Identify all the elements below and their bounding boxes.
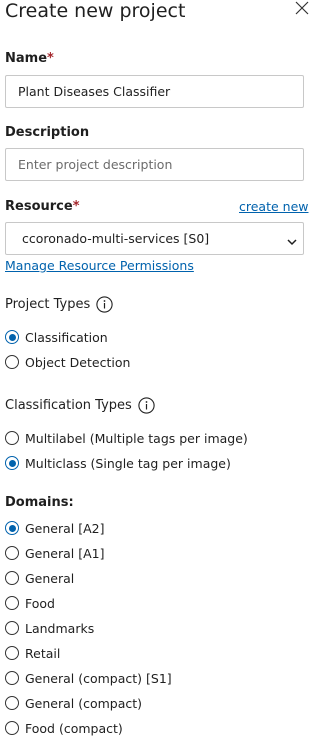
- radio-unselected-icon[interactable]: [5, 571, 19, 585]
- project-type-option[interactable]: Classification: [5, 328, 305, 346]
- classification-type-option[interactable]: Multiclass (Single tag per image): [5, 454, 305, 472]
- project-type-option-label: Classification: [25, 329, 108, 345]
- radio-unselected-icon[interactable]: [5, 355, 19, 369]
- domain-option-label: General (compact) [S1]: [25, 670, 172, 686]
- classification-type-option-label: Multilabel (Multiple tags per image): [25, 430, 248, 446]
- domain-option[interactable]: General (compact) [S1]: [5, 669, 305, 687]
- domain-option-label: General (compact): [25, 695, 143, 711]
- description-label: Description: [5, 125, 90, 140]
- info-icon[interactable]: [138, 397, 155, 414]
- radio-unselected-icon[interactable]: [5, 646, 19, 660]
- radio-selected-icon[interactable]: [5, 330, 19, 344]
- domain-option[interactable]: General [A1]: [5, 544, 305, 562]
- close-icon[interactable]: [294, 0, 310, 16]
- domain-option-label: Retail: [25, 645, 61, 661]
- radio-unselected-icon[interactable]: [5, 696, 19, 710]
- domain-option[interactable]: Food: [5, 594, 305, 612]
- project-types-heading: Project Types: [5, 296, 113, 313]
- domain-option[interactable]: Food (compact): [5, 719, 305, 737]
- info-icon[interactable]: [96, 296, 113, 313]
- description-field[interactable]: [5, 148, 304, 181]
- domain-option-label: Food: [25, 595, 55, 611]
- domain-option-label: General [A1]: [25, 545, 105, 561]
- resource-select-value: ccoronado-multi-services [S0]: [22, 231, 210, 246]
- radio-unselected-icon[interactable]: [5, 621, 19, 635]
- radio-unselected-icon[interactable]: [5, 431, 19, 445]
- radio-unselected-icon[interactable]: [5, 596, 19, 610]
- domain-option[interactable]: General: [5, 569, 305, 587]
- domain-option[interactable]: General (compact): [5, 694, 305, 712]
- classification-type-option[interactable]: Multilabel (Multiple tags per image): [5, 429, 305, 447]
- name-label: Name*: [5, 51, 54, 66]
- domain-option[interactable]: Landmarks: [5, 619, 305, 637]
- domain-option-label: General [A2]: [25, 520, 105, 536]
- resource-label: Resource*: [5, 199, 80, 214]
- project-type-option[interactable]: Object Detection: [5, 353, 305, 371]
- chevron-down-icon: [286, 233, 298, 246]
- radio-unselected-icon[interactable]: [5, 671, 19, 685]
- radio-unselected-icon[interactable]: [5, 721, 19, 735]
- domain-option[interactable]: Retail: [5, 644, 305, 662]
- project-type-option-label: Object Detection: [25, 354, 131, 370]
- domain-option-label: Food (compact): [25, 720, 123, 736]
- classification-types-heading: Classification Types: [5, 397, 155, 414]
- page-title: Create new project: [5, 0, 186, 22]
- radio-selected-icon[interactable]: [5, 456, 19, 470]
- domains-label: Domains:: [5, 495, 74, 510]
- classification-type-option-label: Multiclass (Single tag per image): [25, 455, 231, 471]
- create-new-resource-link[interactable]: create new: [239, 199, 309, 214]
- domain-option-label: Landmarks: [25, 620, 95, 636]
- resource-select[interactable]: ccoronado-multi-services [S0]: [5, 222, 304, 255]
- radio-unselected-icon[interactable]: [5, 546, 19, 560]
- name-field[interactable]: [5, 75, 304, 108]
- domain-option-label: General: [25, 570, 75, 586]
- manage-resource-permissions-link[interactable]: Manage Resource Permissions: [5, 258, 194, 273]
- domain-option[interactable]: General [A2]: [5, 519, 305, 537]
- radio-selected-icon[interactable]: [5, 521, 19, 535]
